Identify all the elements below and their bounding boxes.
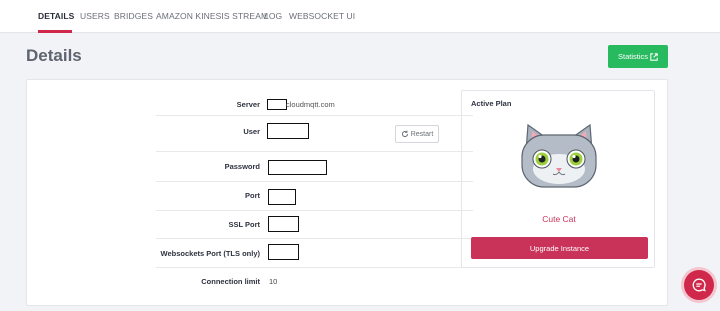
- tab-bridges[interactable]: BRIDGES: [114, 11, 153, 21]
- restart-button[interactable]: Restart: [395, 125, 439, 143]
- top-nav: DETAILS USERS BRIDGES AMAZON KINESIS STR…: [0, 0, 720, 33]
- server-label: Server: [236, 100, 260, 109]
- cat-mascot-icon: [521, 123, 597, 188]
- tab-users[interactable]: USERS: [80, 11, 110, 21]
- connection-limit-label: Connection limit: [201, 277, 260, 286]
- upgrade-instance-button[interactable]: Upgrade Instance: [471, 237, 648, 259]
- row-divider: [156, 267, 473, 268]
- redacted-user-value: [267, 123, 309, 139]
- redacted-websockets-port-value: [268, 244, 299, 260]
- row-divider: [156, 238, 473, 239]
- restart-label: Restart: [410, 130, 434, 138]
- redacted-ssl-port-value: [268, 216, 299, 232]
- row-divider: [156, 151, 473, 152]
- row-divider: [156, 210, 473, 211]
- redacted-port-value: [268, 189, 296, 205]
- row-divider: [156, 181, 473, 182]
- server-value: cloudmqtt.com: [286, 100, 335, 109]
- page-title: Details: [26, 46, 82, 65]
- active-plan-heading: Active Plan: [471, 99, 512, 108]
- connection-limit-value: 10: [269, 277, 278, 286]
- password-label: Password: [224, 162, 260, 171]
- refresh-icon: [401, 130, 408, 138]
- websockets-port-label: Websockets Port (TLS only): [160, 249, 260, 258]
- redacted-password-value: [268, 160, 327, 175]
- chat-icon: [692, 278, 706, 292]
- tab-details[interactable]: DETAILS: [38, 11, 74, 21]
- redacted-server-prefix: [267, 99, 287, 110]
- active-plan-panel: Active Plan Cute Cat Upgrade Instance: [461, 90, 655, 268]
- active-tab-indicator: [38, 30, 72, 33]
- details-card: Server cloudmqtt.com User Restart Passwo…: [26, 79, 668, 306]
- plan-name: Cute Cat: [542, 214, 576, 224]
- tab-amazon-kinesis-stream[interactable]: AMAZON KINESIS STREAM: [156, 11, 268, 21]
- external-link-icon: [650, 52, 658, 61]
- chat-button[interactable]: [684, 270, 714, 300]
- ssl-port-label: SSL Port: [228, 220, 260, 229]
- user-label: User: [243, 127, 260, 136]
- row-divider: [156, 115, 473, 116]
- statistics-button[interactable]: Statistics: [608, 45, 668, 68]
- tab-log[interactable]: LOG: [264, 11, 282, 21]
- port-label: Port: [245, 191, 260, 200]
- tab-websocket-ui[interactable]: WEBSOCKET UI: [289, 11, 355, 21]
- statistics-label: Statistics: [617, 52, 648, 61]
